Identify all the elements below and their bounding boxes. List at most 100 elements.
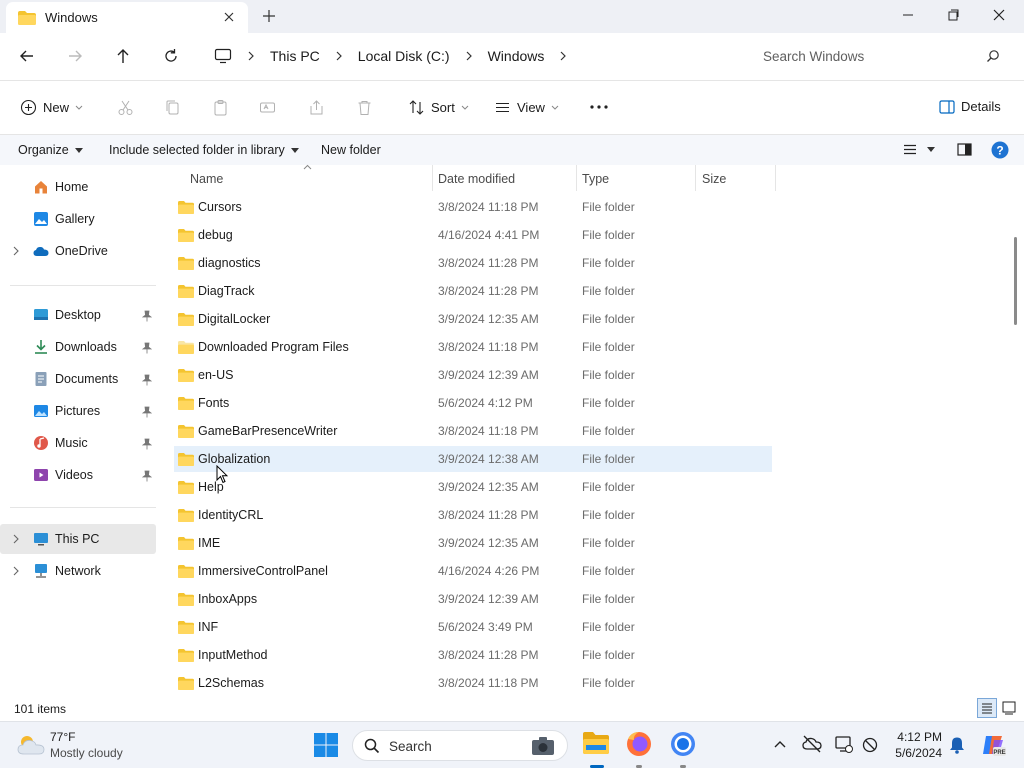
sidebar-item-music[interactable]: Music: [0, 428, 156, 458]
breadcrumb[interactable]: This PC Local Disk (C:) Windows: [200, 40, 738, 72]
maximize-icon[interactable]: [945, 7, 961, 23]
sidebar-item-downloads[interactable]: Downloads: [0, 332, 156, 362]
pin-icon[interactable]: [142, 310, 152, 322]
taskbar-search-input[interactable]: Search: [352, 730, 568, 761]
table-row[interactable]: L2Schemas 3/8/2024 11:18 PM File folder: [174, 670, 772, 696]
more-options-icon[interactable]: [590, 105, 608, 109]
close-window-icon[interactable]: [991, 7, 1007, 23]
copilot-icon[interactable]: PRE: [980, 732, 1006, 758]
minimize-icon[interactable]: [900, 7, 916, 23]
file-name[interactable]: Downloaded Program Files: [198, 340, 349, 354]
file-name[interactable]: InboxApps: [198, 592, 257, 606]
file-name[interactable]: Cursors: [198, 200, 242, 214]
table-row[interactable]: DiagTrack 3/8/2024 11:28 PM File folder: [174, 278, 772, 304]
file-explorer-icon[interactable]: [582, 730, 612, 760]
sidebar-item-videos[interactable]: Videos: [0, 460, 156, 490]
table-row[interactable]: INF 5/6/2024 3:49 PM File folder: [174, 614, 772, 640]
table-row[interactable]: InboxApps 3/9/2024 12:39 AM File folder: [174, 586, 772, 612]
breadcrumb-item-windows[interactable]: Windows: [488, 48, 545, 64]
weather-temperature[interactable]: 77°F: [50, 730, 75, 744]
column-divider[interactable]: [775, 165, 776, 191]
sidebar-item-network[interactable]: Network: [0, 556, 156, 586]
share-icon[interactable]: [308, 99, 325, 116]
file-name[interactable]: IME: [198, 536, 220, 550]
monitor-icon[interactable]: [214, 48, 232, 64]
file-name[interactable]: Globalization: [198, 452, 270, 466]
table-row[interactable]: IdentityCRL 3/8/2024 11:28 PM File folder: [174, 502, 772, 528]
sidebar-item-this-pc[interactable]: This PC: [0, 524, 156, 554]
rename-icon[interactable]: [259, 99, 276, 116]
large-icons-view-toggle[interactable]: [1001, 700, 1017, 716]
sidebar-item-home[interactable]: Home: [0, 172, 156, 202]
expand-chevron-icon[interactable]: [12, 534, 20, 544]
column-divider[interactable]: [576, 165, 577, 191]
table-row[interactable]: DigitalLocker 3/9/2024 12:35 AM File folde…: [174, 306, 772, 332]
chevron-right-icon[interactable]: [464, 51, 474, 61]
expand-chevron-icon[interactable]: [12, 566, 20, 576]
preview-pane-icon[interactable]: [957, 143, 972, 156]
organize-button[interactable]: Organize: [18, 143, 83, 157]
notification-bell-icon[interactable]: [949, 736, 965, 754]
column-divider[interactable]: [695, 165, 696, 191]
pin-icon[interactable]: [142, 438, 152, 450]
table-row[interactable]: GameBarPresenceWriter 3/8/2024 11:18 PM Fi…: [174, 418, 772, 444]
search-input[interactable]: Search Windows: [750, 41, 1012, 71]
copy-icon[interactable]: [164, 99, 181, 116]
clock-date[interactable]: 5/6/2024: [890, 746, 942, 760]
new-button[interactable]: New: [20, 99, 83, 116]
vertical-scrollbar[interactable]: [1014, 237, 1017, 325]
file-name[interactable]: L2Schemas: [198, 676, 264, 690]
cut-icon[interactable]: [117, 99, 134, 116]
view-button[interactable]: View: [494, 99, 559, 116]
expand-chevron-icon[interactable]: [12, 246, 20, 256]
sidebar-item-pictures[interactable]: Pictures: [0, 396, 156, 426]
file-name[interactable]: GameBarPresenceWriter: [198, 424, 337, 438]
breadcrumb-item-this-pc[interactable]: This PC: [270, 48, 320, 64]
details-view-toggle[interactable]: [977, 698, 997, 718]
file-name[interactable]: IdentityCRL: [198, 508, 263, 522]
new-tab-icon[interactable]: [262, 9, 276, 23]
file-name[interactable]: DiagTrack: [198, 284, 255, 298]
up-arrow-icon[interactable]: [114, 47, 132, 65]
paste-icon[interactable]: [212, 99, 229, 116]
file-name[interactable]: diagnostics: [198, 256, 261, 270]
pin-icon[interactable]: [142, 374, 152, 386]
column-divider[interactable]: [432, 165, 433, 191]
firefox-icon[interactable]: [625, 730, 655, 760]
search-icon[interactable]: [986, 49, 1000, 63]
sidebar-item-documents[interactable]: Documents: [0, 364, 156, 394]
table-row[interactable]: diagnostics 3/8/2024 11:28 PM File folder: [174, 250, 772, 276]
start-windows-icon[interactable]: [312, 731, 342, 761]
back-arrow-icon[interactable]: [18, 47, 36, 65]
file-name[interactable]: en-US: [198, 368, 233, 382]
file-name[interactable]: DigitalLocker: [198, 312, 270, 326]
file-name[interactable]: Fonts: [198, 396, 229, 410]
sort-button[interactable]: Sort: [408, 99, 469, 116]
table-row[interactable]: debug 4/16/2024 4:41 PM File folder: [174, 222, 772, 248]
weather-cloud-icon[interactable]: [16, 732, 46, 756]
close-tab-icon[interactable]: [222, 10, 236, 24]
sidebar-item-onedrive[interactable]: OneDrive: [0, 236, 156, 266]
breadcrumb-item-local-disk[interactable]: Local Disk (C:): [358, 48, 450, 64]
file-name[interactable]: debug: [198, 228, 233, 242]
column-header-name[interactable]: Name: [190, 172, 223, 186]
new-folder-button[interactable]: New folder: [321, 143, 381, 157]
display-icon[interactable]: [835, 736, 853, 754]
onedrive-sync-icon[interactable]: [802, 735, 822, 753]
sidebar-item-desktop[interactable]: Desktop: [0, 300, 156, 330]
network-status-icon[interactable]: [862, 737, 878, 753]
help-icon[interactable]: ?: [991, 141, 1009, 159]
table-row[interactable]: InputMethod 3/8/2024 11:28 PM File folder: [174, 642, 772, 668]
table-row[interactable]: Cursors 3/8/2024 11:18 PM File folder: [174, 194, 772, 220]
column-header-date[interactable]: Date modified: [438, 172, 515, 186]
weather-condition[interactable]: Mostly cloudy: [50, 746, 123, 760]
column-header-type[interactable]: Type: [582, 172, 609, 186]
table-row[interactable]: IME 3/9/2024 12:35 AM File folder: [174, 530, 772, 556]
file-name[interactable]: INF: [198, 620, 218, 634]
chevron-right-icon[interactable]: [334, 51, 344, 61]
table-row[interactable]: en-US 3/9/2024 12:39 AM File folder: [174, 362, 772, 388]
chevron-right-icon[interactable]: [558, 51, 568, 61]
refresh-icon[interactable]: [162, 47, 180, 65]
chevron-right-icon[interactable]: [246, 51, 256, 61]
include-in-library-button[interactable]: Include selected folder in library: [109, 143, 299, 157]
